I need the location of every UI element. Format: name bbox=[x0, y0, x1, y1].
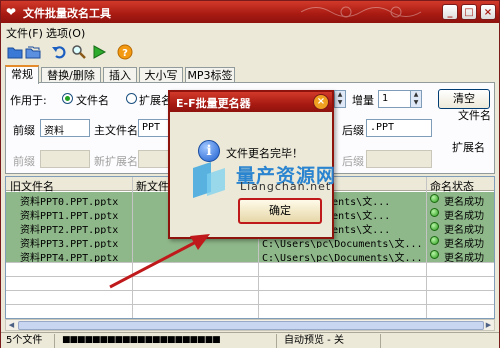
ext-suffix-field[interactable] bbox=[366, 150, 432, 168]
prefix-field[interactable]: 资料 bbox=[40, 119, 90, 137]
horizontal-scrollbar[interactable]: ◀ ▶ bbox=[5, 319, 495, 331]
main-name-label: 主文件名 bbox=[94, 124, 138, 137]
dialog-message: 文件更名完毕！ bbox=[226, 147, 303, 160]
undo-icon[interactable] bbox=[51, 44, 67, 60]
ext-suffix-label: 后缀 bbox=[342, 155, 364, 168]
suffix-field[interactable]: .PPT bbox=[366, 119, 432, 137]
search-icon[interactable] bbox=[71, 44, 87, 60]
tab-insert[interactable]: 插入 bbox=[103, 67, 137, 83]
main-name-field[interactable]: PPT bbox=[138, 119, 172, 137]
tab-replace-delete[interactable]: 替换/删除 bbox=[41, 67, 101, 83]
success-icon bbox=[430, 236, 439, 245]
window-title: 文件批量改名工具 bbox=[23, 7, 111, 20]
success-icon bbox=[430, 208, 439, 217]
spinner-up-down[interactable]: ▲ ▼ bbox=[334, 90, 346, 108]
file-count: 5个文件 bbox=[3, 334, 55, 348]
title-bar[interactable]: ❤ 文件批量改名工具 _ □ × bbox=[1, 1, 499, 23]
new-ext-label: 新扩展名 bbox=[94, 155, 138, 168]
increment-stepper[interactable]: ▲ ▼ bbox=[410, 90, 422, 108]
minimize-button[interactable]: _ bbox=[442, 4, 458, 20]
dialog-title: E-F批量更名器 bbox=[176, 97, 251, 110]
progress-bar: ■■■■■■■■■■■■■■■■■■■■■ bbox=[59, 334, 277, 348]
tab-mp3-tags[interactable]: MP3标签 bbox=[185, 67, 235, 83]
open-folder-icon[interactable] bbox=[7, 44, 23, 60]
app-heart-icon: ❤ bbox=[6, 5, 17, 19]
apply-to-label: 作用于: bbox=[10, 94, 47, 107]
success-icon bbox=[430, 222, 439, 231]
tab-general[interactable]: 常规 bbox=[5, 65, 39, 84]
scroll-left-icon[interactable]: ◀ bbox=[6, 320, 17, 330]
radio-extension[interactable] bbox=[126, 93, 137, 104]
watermark-url: Liangchan.net bbox=[240, 180, 332, 193]
filename-section-label: 文件名 bbox=[458, 109, 491, 122]
menu-bar: 文件(F) 选项(O) bbox=[1, 23, 499, 40]
row-divider bbox=[6, 276, 494, 277]
suffix-label: 后缀 bbox=[342, 124, 364, 137]
col-divider bbox=[426, 177, 427, 318]
success-icon bbox=[430, 250, 439, 259]
ext-prefix-label: 前缀 bbox=[13, 155, 35, 168]
menu-file[interactable]: 文件(F) bbox=[6, 25, 43, 41]
radio-filename[interactable] bbox=[62, 93, 73, 104]
ext-prefix-field[interactable] bbox=[40, 150, 90, 168]
help-icon[interactable]: ? bbox=[117, 44, 133, 60]
open-files-icon[interactable] bbox=[25, 44, 41, 60]
status-bar: 5个文件 ■■■■■■■■■■■■■■■■■■■■■ 自动预览 - 关 bbox=[1, 332, 499, 348]
auto-preview-status: 自动预览 - 关 bbox=[281, 334, 381, 348]
info-icon: i bbox=[198, 140, 220, 162]
row-divider bbox=[6, 304, 494, 305]
row-divider bbox=[6, 290, 494, 291]
clear-button[interactable]: 清空 bbox=[438, 89, 490, 109]
scroll-right-icon[interactable]: ▶ bbox=[483, 320, 494, 330]
menu-options[interactable]: 选项(O) bbox=[46, 25, 85, 41]
tab-case[interactable]: 大小写 bbox=[139, 67, 183, 83]
row-divider bbox=[6, 262, 494, 263]
radio-filename-label: 文件名 bbox=[76, 94, 109, 107]
watermark-logo bbox=[193, 162, 225, 198]
dialog-title-bar[interactable]: E-F批量更名器 × bbox=[170, 92, 332, 112]
new-ext-field[interactable] bbox=[138, 150, 172, 168]
dialog-close-button[interactable]: × bbox=[313, 94, 329, 110]
table-row[interactable]: 资料PPT4.PPT.pptx C:\Users\pc\Documents\文.… bbox=[6, 248, 494, 264]
scroll-thumb[interactable] bbox=[18, 321, 484, 330]
run-icon[interactable] bbox=[91, 44, 107, 60]
ok-button[interactable]: 确定 bbox=[238, 198, 322, 224]
success-icon bbox=[430, 194, 439, 203]
col-divider bbox=[132, 177, 133, 318]
prefix-label: 前缀 bbox=[13, 124, 35, 137]
maximize-button[interactable]: □ bbox=[461, 4, 477, 20]
increment-label: 增量 bbox=[352, 94, 374, 107]
svg-text:?: ? bbox=[122, 48, 128, 59]
title-ornament bbox=[301, 6, 422, 18]
toolbar: ? bbox=[1, 41, 499, 63]
close-button[interactable]: × bbox=[480, 4, 496, 20]
extension-section-label: 扩展名 bbox=[452, 141, 485, 154]
